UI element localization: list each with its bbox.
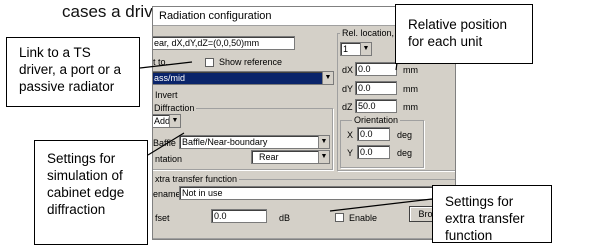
leader-extra-transfer xyxy=(329,198,433,212)
callout-extra-transfer: Settings for extra transfer function xyxy=(432,185,552,243)
callout-relative-position: Relative position for each unit xyxy=(395,4,533,64)
leader-link xyxy=(139,61,193,69)
callout-diffraction: Settings for simulation of cabinet edge … xyxy=(34,140,148,245)
leader-diffraction xyxy=(147,132,185,156)
callout-link: Link to a TS driver, a port or a passive… xyxy=(6,37,140,107)
